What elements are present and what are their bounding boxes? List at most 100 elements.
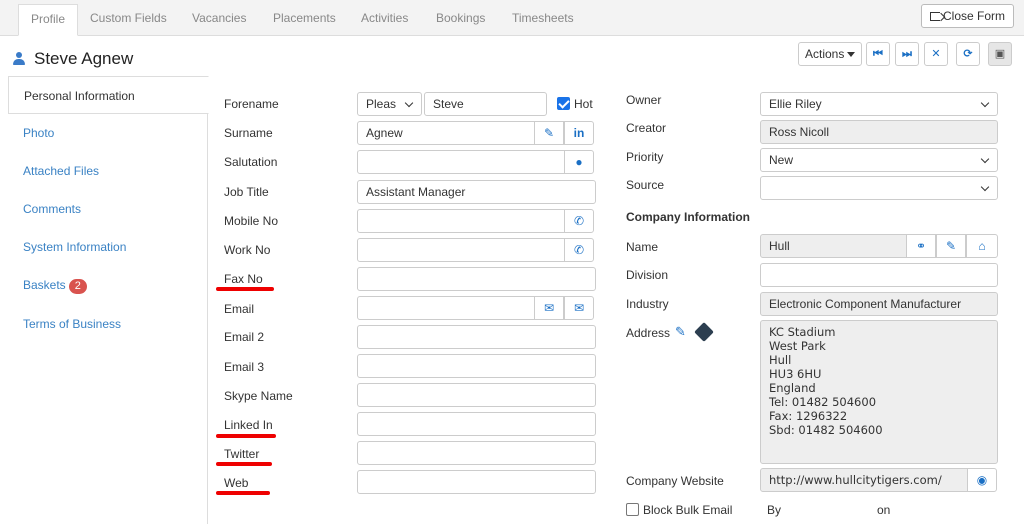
block-bulk-email-checkbox[interactable] <box>626 503 639 516</box>
source-label: Source <box>626 178 665 192</box>
save-button[interactable]: ▣ <box>988 42 1012 66</box>
division-label: Division <box>626 268 669 282</box>
sidebar-item-terms-of-business[interactable]: Terms of Business <box>8 305 208 343</box>
web-input[interactable] <box>357 470 596 494</box>
fax-no-input[interactable] <box>357 267 596 291</box>
call-mobile-button[interactable]: ✆ <box>564 209 594 233</box>
company-name-field: Hull <box>760 234 907 258</box>
address-label: Address <box>626 326 671 340</box>
twitter-label: Twitter <box>224 447 260 461</box>
job-title-input[interactable]: Assistant Manager <box>357 180 596 204</box>
hot-label: Hot <box>574 97 593 111</box>
basket-count-badge: 2 <box>68 279 87 294</box>
division-input[interactable] <box>760 263 998 287</box>
web-label: Web <box>224 476 249 490</box>
sidebar-item-baskets[interactable]: Baskets 2 <box>8 266 208 304</box>
company-home-button[interactable]: ⌂ <box>966 234 998 258</box>
owner-label: Owner <box>626 93 662 107</box>
tab-placements[interactable]: Placements <box>261 4 348 36</box>
annotation-underline <box>216 462 272 466</box>
email-verify-button[interactable]: ✉ <box>564 296 594 320</box>
tab-profile[interactable]: Profile <box>18 4 79 36</box>
home-icon: ⌂ <box>978 239 986 253</box>
priority-select[interactable]: New <box>760 148 998 172</box>
tab-activities[interactable]: Activities <box>349 4 420 36</box>
close-form-button[interactable]: Close Form <box>920 4 1014 28</box>
first-record-button[interactable]: ⏮ <box>866 42 890 66</box>
hot-checkbox[interactable] <box>557 97 570 110</box>
refresh-button[interactable]: ⟳ <box>956 42 980 66</box>
twitter-input[interactable] <box>357 441 596 465</box>
person-icon: ● <box>575 155 583 169</box>
tab-custom-fields[interactable]: Custom Fields <box>78 4 179 36</box>
tab-timesheets[interactable]: Timesheets <box>500 4 586 36</box>
salutation-person-button[interactable]: ● <box>564 150 594 174</box>
skype-name-input[interactable] <box>357 383 596 407</box>
sidebar-item-system-information[interactable]: System Information <box>8 228 208 266</box>
sign-out-icon <box>929 12 940 21</box>
phone-icon: ✆ <box>573 243 585 257</box>
call-work-button[interactable]: ✆ <box>564 238 594 262</box>
email-2-label: Email 2 <box>224 330 265 344</box>
edit-address-icon[interactable]: ✎ <box>675 324 686 340</box>
email-input[interactable] <box>357 296 535 320</box>
refresh-icon: ⟳ <box>963 48 973 60</box>
block-bulk-email-label: Block Bulk Email <box>643 503 733 517</box>
mobile-no-input[interactable] <box>357 209 565 233</box>
company-website-label: Company Website <box>626 474 724 488</box>
envelope-icon: ✉ <box>543 301 555 315</box>
job-title-label: Job Title <box>224 185 269 199</box>
work-no-input[interactable] <box>357 238 565 262</box>
close-record-button[interactable]: ✕ <box>924 42 948 66</box>
email-3-input[interactable] <box>357 354 596 378</box>
envelope-check-icon: ✉ <box>573 301 585 315</box>
annotation-underline <box>216 491 270 495</box>
record-header: Steve Agnew Actions ⏮ ⏭ ✕ ⟳ ▣ <box>0 36 1024 76</box>
linkedin-button[interactable]: in <box>564 121 594 145</box>
globe-icon: ◉ <box>976 473 988 487</box>
open-website-button[interactable]: ◉ <box>967 468 997 492</box>
forename-input[interactable]: Steve <box>424 92 547 116</box>
tab-vacancies[interactable]: Vacancies <box>180 4 258 36</box>
link-company-button[interactable]: ⚭ <box>906 234 936 258</box>
tab-bookings[interactable]: Bookings <box>424 4 497 36</box>
priority-label: Priority <box>626 150 664 164</box>
salutation-input[interactable] <box>357 150 565 174</box>
sidebar-item-photo[interactable]: Photo <box>8 114 208 152</box>
sidebar-item-attached-files[interactable]: Attached Files <box>8 152 208 190</box>
owner-select[interactable]: Ellie Riley <box>760 92 998 116</box>
top-tab-bar: Profile Custom Fields Vacancies Placemen… <box>0 0 1024 36</box>
source-select[interactable] <box>760 176 998 200</box>
salutation-label: Salutation <box>224 155 278 169</box>
phone-icon: ✆ <box>573 214 585 228</box>
annotation-underline <box>216 287 274 291</box>
by-label: By <box>767 503 782 517</box>
edit-icon: ✎ <box>543 126 555 140</box>
edit-company-button[interactable]: ✎ <box>936 234 966 258</box>
surname-label: Surname <box>224 126 273 140</box>
work-no-label: Work No <box>224 243 271 257</box>
surname-input[interactable]: Agnew <box>357 121 535 145</box>
actions-dropdown-button[interactable]: Actions <box>798 42 863 66</box>
company-website-field: http://www.hullcitytigers.com/ <box>760 468 968 492</box>
section-sidebar: Personal Information Photo Attached File… <box>8 76 209 524</box>
edit-surname-button[interactable]: ✎ <box>534 121 564 145</box>
step-forward-icon: ⏭ <box>902 48 912 60</box>
title-select[interactable]: Pleas <box>357 92 422 116</box>
last-record-button[interactable]: ⏭ <box>895 42 919 66</box>
forename-label: Forename <box>224 97 279 111</box>
sidebar-item-personal-information[interactable]: Personal Information <box>8 76 209 114</box>
industry-field: Electronic Component Manufacturer <box>760 292 998 316</box>
creator-field: Ross Nicoll <box>760 120 998 144</box>
linked-in-label: Linked In <box>224 418 273 432</box>
send-email-button[interactable]: ✉ <box>534 296 564 320</box>
save-icon: ▣ <box>994 48 1006 60</box>
sidebar-item-comments[interactable]: Comments <box>8 190 208 228</box>
company-information-heading: Company Information <box>626 210 751 224</box>
caret-down-icon <box>847 52 856 57</box>
linked-in-input[interactable] <box>357 412 596 436</box>
directions-icon[interactable] <box>694 322 714 342</box>
email-2-input[interactable] <box>357 325 596 349</box>
company-name-label: Name <box>626 240 659 254</box>
on-label: on <box>877 503 891 517</box>
